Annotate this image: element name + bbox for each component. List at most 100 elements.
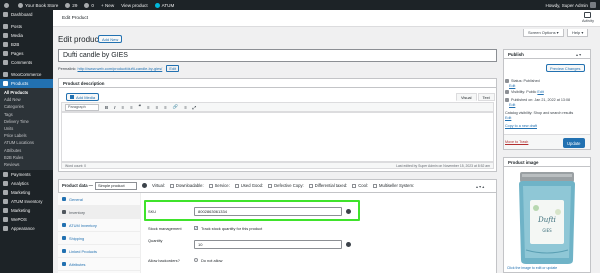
tab-atum-inventory[interactable]: ATUM Inventory [58,219,140,232]
sidebar-item-pages[interactable]: Pages [0,49,53,58]
sidebar-item-woocommerce[interactable]: WooCommerce [0,70,53,79]
backorders-radio[interactable] [194,258,198,262]
differential-taxed-checkbox[interactable] [352,183,357,188]
box-collapse-arrows[interactable]: ▴ ▾ [576,52,581,57]
bullet-list-button[interactable]: ≡ [121,105,124,110]
page-icon [3,51,8,56]
sidebar-item-analytics[interactable]: Analytics [0,179,53,188]
service-label: Service: [214,183,230,188]
product-type-select[interactable]: Simple product [94,181,137,190]
wordpress-logo-icon[interactable] [4,2,11,8]
add-new-button[interactable]: Add New [98,35,123,43]
sidebar-item-products[interactable]: Products [0,79,53,88]
sidebar-item-payments[interactable]: Payments [0,170,53,179]
description-editor[interactable] [61,112,494,162]
sidebar-item-dashboard[interactable]: Dashboard [0,10,53,19]
breadcrumb: Edit Product [62,16,89,21]
preview-changes-button[interactable]: Preview Changes [546,64,585,72]
used-good-checkbox[interactable] [268,183,273,188]
sidebar-item-appearance[interactable]: Appearance [0,224,53,233]
comments-link[interactable]: 0 [84,2,94,8]
update-button[interactable]: Update [563,138,585,148]
submenu-item[interactable]: Units [0,125,53,132]
submenu-item[interactable]: ATUM Locations [0,139,53,146]
submenu-item[interactable]: Delivery Time [0,118,53,125]
screen-options-button[interactable]: Screen Options ▾ [523,29,564,37]
sidebar-item-wepos[interactable]: WePOS [0,215,53,224]
submenu-item[interactable]: Reviews [0,161,53,168]
bold-button[interactable]: B [105,105,108,110]
align-right-button[interactable]: ≡ [164,105,167,110]
atum-icon [3,199,8,205]
submenu-item[interactable]: Attributes [0,147,53,154]
new-content-link[interactable]: + New [101,3,114,8]
site-name-link[interactable]: Your Book Store [18,2,58,8]
updates-link[interactable]: 29 [65,2,77,8]
visibility-edit-link[interactable]: Edit [537,90,543,94]
downloadable-checkbox[interactable] [208,183,213,188]
link-button[interactable]: 🔗 [173,104,178,110]
tab-text[interactable]: Text [477,93,495,101]
submenu-item[interactable]: Categories [0,103,53,110]
tab-visual[interactable]: Visual [456,93,477,101]
sidebar-item-comments[interactable]: Comments [0,58,53,67]
my-account[interactable]: Howdy, Super Admin [545,2,596,8]
word-count: Word count: 0 [65,163,87,168]
paragraph-select[interactable]: Paragraph [65,103,99,111]
tab-general[interactable]: General [58,193,140,206]
tab-inventory[interactable]: Inventory [58,206,140,219]
sku-highlight [144,200,360,221]
numbered-list-button[interactable]: ≡ [130,105,133,110]
view-product-link[interactable]: View product [121,3,147,8]
activity-button[interactable]: Activity [582,12,594,23]
editor-toolbar: Paragraph B I ≡ ≡ ❝ ≡ ≡ ≡ 🔗 ≡ ⤢ [61,102,494,112]
defective-copy-checkbox[interactable] [308,183,313,188]
blockquote-button[interactable]: ❝ [139,104,141,110]
align-left-button[interactable]: ≡ [147,105,150,110]
service-checkbox[interactable] [234,183,239,188]
catalog-edit-link[interactable]: Edit [505,116,511,120]
stock-management-checkbox[interactable]: ✓ [194,226,198,230]
tab-attributes[interactable]: Attributes [58,258,140,271]
submenu-item[interactable]: All Products [0,89,53,96]
permalink-url[interactable]: http://www.web.com/product/dufti-candle-… [77,66,162,71]
sidebar-item-b2b[interactable]: B2B [0,40,53,49]
sidebar-item-media[interactable]: Media [0,31,53,40]
image-note: Click the image to edit or update [507,266,558,270]
product-image[interactable]: Dufti GIES [514,170,580,265]
sidebar-item-posts[interactable]: Posts [0,22,53,31]
visibility-row: Visibility: Public Edit [505,90,544,95]
box-collapse-arrows[interactable]: ▴ ▾ ▴ [476,184,484,189]
products-submenu: All Products Add New Categories Tags Del… [0,88,53,171]
atum-link[interactable]: ATUM [154,2,174,8]
admin-bar: Your Book Store 29 0 + New View product … [0,0,600,10]
move-to-trash-link[interactable]: Move to Trash [505,140,528,144]
submenu-item[interactable]: Tags [0,111,53,118]
submenu-item[interactable]: Add New [0,96,53,103]
copy-to-draft-link[interactable]: Copy to a new draft [505,124,537,128]
virtual-checkbox[interactable] [169,183,174,188]
sidebar-item-atum-inventory[interactable]: ATUM Inventory [0,197,53,206]
add-media-button[interactable]: Add Media [66,93,100,101]
admin-sidebar: Dashboard Posts Media B2B Pages Comments… [0,10,53,273]
cool-checkbox[interactable] [373,183,377,188]
fullscreen-button[interactable]: ⤢ [193,105,197,110]
quantity-input[interactable]: 10 [194,240,342,249]
tab-shipping[interactable]: Shipping [58,232,140,245]
wrench-icon [62,197,66,201]
sidebar-item-marketing-2[interactable]: Marketing [0,206,53,215]
submenu-item[interactable]: B2B Rules [0,154,53,161]
tab-linked-products[interactable]: Linked Products [58,245,140,258]
calendar-icon [505,98,509,103]
submenu-item[interactable]: Price Labels [0,132,53,139]
published-edit-link[interactable]: Edit [509,103,515,107]
box-header: Product image [504,158,590,167]
help-button[interactable]: Help ▾ [567,29,589,37]
sidebar-item-marketing[interactable]: Marketing [0,188,53,197]
align-center-button[interactable]: ≡ [155,105,158,110]
permalink-edit-button[interactable]: Edit [166,65,180,72]
italic-button[interactable]: I [114,105,115,110]
product-title-input[interactable]: Dufti candle by GIES [58,49,497,62]
status-edit-link[interactable]: Edit [509,84,515,88]
toolbar-toggle-button[interactable]: ≡ [184,105,187,110]
